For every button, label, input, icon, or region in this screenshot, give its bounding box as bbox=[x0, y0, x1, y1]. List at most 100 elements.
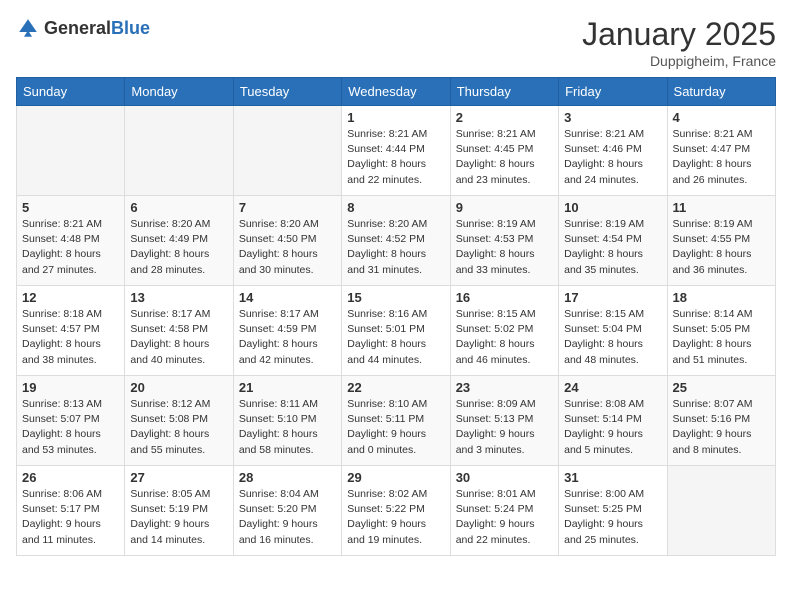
day-info: Sunrise: 8:13 AM Sunset: 5:07 PM Dayligh… bbox=[22, 397, 119, 458]
calendar-cell: 25Sunrise: 8:07 AM Sunset: 5:16 PM Dayli… bbox=[667, 376, 775, 466]
day-number: 4 bbox=[673, 110, 770, 125]
calendar-cell bbox=[667, 466, 775, 556]
calendar-cell: 13 Sunrise: 8:17 AM Sunset: 4:58 PM Dayli… bbox=[125, 286, 233, 376]
calendar-cell: 6Sunrise: 8:20 AM Sunset: 4:49 PM Daylig… bbox=[125, 196, 233, 286]
calendar-cell: 27Sunrise: 8:05 AM Sunset: 5:19 PM Dayli… bbox=[125, 466, 233, 556]
logo-blue: Blue bbox=[111, 18, 150, 38]
calendar-cell bbox=[233, 106, 341, 196]
day-info: Sunrise: 8:11 AM Sunset: 5:10 PM Dayligh… bbox=[239, 397, 336, 458]
day-info: Sunrise: 8:02 AM Sunset: 5:22 PM Dayligh… bbox=[347, 487, 444, 548]
calendar-cell: 28Sunrise: 8:04 AM Sunset: 5:20 PM Dayli… bbox=[233, 466, 341, 556]
day-number: 23 bbox=[456, 380, 553, 395]
logo: GeneralBlue bbox=[16, 16, 150, 40]
day-info: Sunrise: 8:21 AM Sunset: 4:48 PM Dayligh… bbox=[22, 217, 119, 278]
calendar-cell: 17Sunrise: 8:15 AM Sunset: 5:04 PM Dayli… bbox=[559, 286, 667, 376]
logo-icon bbox=[16, 16, 40, 40]
calendar-cell: 9 Sunrise: 8:19 AM Sunset: 4:53 PM Daylig… bbox=[450, 196, 558, 286]
calendar-cell: 19 Sunrise: 8:13 AM Sunset: 5:07 PM Dayli… bbox=[17, 376, 125, 466]
calendar-cell: 18 Sunrise: 8:14 AM Sunset: 5:05 PM Dayli… bbox=[667, 286, 775, 376]
calendar-cell: 16Sunrise: 8:15 AM Sunset: 5:02 PM Dayli… bbox=[450, 286, 558, 376]
day-number: 24 bbox=[564, 380, 661, 395]
col-header-friday: Friday bbox=[559, 78, 667, 106]
day-info: Sunrise: 8:08 AM Sunset: 5:14 PM Dayligh… bbox=[564, 397, 661, 458]
day-info: Sunrise: 8:20 AM Sunset: 4:52 PM Dayligh… bbox=[347, 217, 444, 278]
day-number: 8 bbox=[347, 200, 444, 215]
calendar-cell bbox=[125, 106, 233, 196]
calendar-cell: 11 Sunrise: 8:19 AM Sunset: 4:55 PM Dayli… bbox=[667, 196, 775, 286]
calendar-subtitle: Duppigheim, France bbox=[582, 53, 776, 69]
calendar-cell: 2Sunrise: 8:21 AM Sunset: 4:45 PM Daylig… bbox=[450, 106, 558, 196]
day-number: 22 bbox=[347, 380, 444, 395]
day-info: Sunrise: 8:21 AM Sunset: 4:44 PM Dayligh… bbox=[347, 127, 444, 188]
day-info: Sunrise: 8:17 AM Sunset: 4:59 PM Dayligh… bbox=[239, 307, 336, 368]
week-row-1: 1 Sunrise: 8:21 AM Sunset: 4:44 PM Daylig… bbox=[17, 106, 776, 196]
day-number: 1 bbox=[347, 110, 444, 125]
day-info: Sunrise: 8:19 AM Sunset: 4:53 PM Dayligh… bbox=[456, 217, 553, 278]
day-number: 27 bbox=[130, 470, 227, 485]
calendar-cell bbox=[17, 106, 125, 196]
day-number: 31 bbox=[564, 470, 661, 485]
day-info: Sunrise: 8:15 AM Sunset: 5:04 PM Dayligh… bbox=[564, 307, 661, 368]
calendar-cell: 26Sunrise: 8:06 AM Sunset: 5:17 PM Dayli… bbox=[17, 466, 125, 556]
day-info: Sunrise: 8:19 AM Sunset: 4:55 PM Dayligh… bbox=[673, 217, 770, 278]
calendar-cell: 20Sunrise: 8:12 AM Sunset: 5:08 PM Dayli… bbox=[125, 376, 233, 466]
week-row-5: 26Sunrise: 8:06 AM Sunset: 5:17 PM Dayli… bbox=[17, 466, 776, 556]
calendar-cell: 21Sunrise: 8:11 AM Sunset: 5:10 PM Dayli… bbox=[233, 376, 341, 466]
day-number: 18 bbox=[673, 290, 770, 305]
col-header-saturday: Saturday bbox=[667, 78, 775, 106]
col-header-sunday: Sunday bbox=[17, 78, 125, 106]
week-row-4: 19 Sunrise: 8:13 AM Sunset: 5:07 PM Dayli… bbox=[17, 376, 776, 466]
day-number: 10 bbox=[564, 200, 661, 215]
day-info: Sunrise: 8:01 AM Sunset: 5:24 PM Dayligh… bbox=[456, 487, 553, 548]
col-header-thursday: Thursday bbox=[450, 78, 558, 106]
day-info: Sunrise: 8:04 AM Sunset: 5:20 PM Dayligh… bbox=[239, 487, 336, 548]
day-number: 13 bbox=[130, 290, 227, 305]
day-info: Sunrise: 8:00 AM Sunset: 5:25 PM Dayligh… bbox=[564, 487, 661, 548]
col-header-monday: Monday bbox=[125, 78, 233, 106]
week-row-2: 5Sunrise: 8:21 AM Sunset: 4:48 PM Daylig… bbox=[17, 196, 776, 286]
calendar-title: January 2025 bbox=[582, 16, 776, 53]
day-number: 3 bbox=[564, 110, 661, 125]
calendar-cell: 23 Sunrise: 8:09 AM Sunset: 5:13 PM Dayli… bbox=[450, 376, 558, 466]
calendar-body: 1 Sunrise: 8:21 AM Sunset: 4:44 PM Daylig… bbox=[17, 106, 776, 556]
day-info: Sunrise: 8:14 AM Sunset: 5:05 PM Dayligh… bbox=[673, 307, 770, 368]
day-number: 16 bbox=[456, 290, 553, 305]
day-info: Sunrise: 8:18 AM Sunset: 4:57 PM Dayligh… bbox=[22, 307, 119, 368]
day-number: 11 bbox=[673, 200, 770, 215]
day-info: Sunrise: 8:12 AM Sunset: 5:08 PM Dayligh… bbox=[130, 397, 227, 458]
day-number: 30 bbox=[456, 470, 553, 485]
calendar-cell: 7Sunrise: 8:20 AM Sunset: 4:50 PM Daylig… bbox=[233, 196, 341, 286]
day-number: 19 bbox=[22, 380, 119, 395]
calendar-cell: 22 Sunrise: 8:10 AM Sunset: 5:11 PM Dayli… bbox=[342, 376, 450, 466]
col-header-wednesday: Wednesday bbox=[342, 78, 450, 106]
week-row-3: 12Sunrise: 8:18 AM Sunset: 4:57 PM Dayli… bbox=[17, 286, 776, 376]
day-info: Sunrise: 8:17 AM Sunset: 4:58 PM Dayligh… bbox=[130, 307, 227, 368]
calendar-cell: 10 Sunrise: 8:19 AM Sunset: 4:54 PM Dayli… bbox=[559, 196, 667, 286]
logo-text: GeneralBlue bbox=[44, 18, 150, 39]
header-row: SundayMondayTuesdayWednesdayThursdayFrid… bbox=[17, 78, 776, 106]
day-number: 15 bbox=[347, 290, 444, 305]
calendar-cell: 31 Sunrise: 8:00 AM Sunset: 5:25 PM Dayli… bbox=[559, 466, 667, 556]
day-info: Sunrise: 8:19 AM Sunset: 4:54 PM Dayligh… bbox=[564, 217, 661, 278]
calendar-cell: 4Sunrise: 8:21 AM Sunset: 4:47 PM Daylig… bbox=[667, 106, 775, 196]
calendar-cell: 29 Sunrise: 8:02 AM Sunset: 5:22 PM Dayli… bbox=[342, 466, 450, 556]
day-number: 29 bbox=[347, 470, 444, 485]
calendar-cell: 12Sunrise: 8:18 AM Sunset: 4:57 PM Dayli… bbox=[17, 286, 125, 376]
title-block: January 2025 Duppigheim, France bbox=[582, 16, 776, 69]
day-info: Sunrise: 8:21 AM Sunset: 4:45 PM Dayligh… bbox=[456, 127, 553, 188]
day-info: Sunrise: 8:10 AM Sunset: 5:11 PM Dayligh… bbox=[347, 397, 444, 458]
calendar-cell: 1 Sunrise: 8:21 AM Sunset: 4:44 PM Daylig… bbox=[342, 106, 450, 196]
day-info: Sunrise: 8:20 AM Sunset: 4:49 PM Dayligh… bbox=[130, 217, 227, 278]
calendar-cell: 30 Sunrise: 8:01 AM Sunset: 5:24 PM Dayli… bbox=[450, 466, 558, 556]
day-info: Sunrise: 8:07 AM Sunset: 5:16 PM Dayligh… bbox=[673, 397, 770, 458]
logo-general: General bbox=[44, 18, 111, 38]
day-info: Sunrise: 8:06 AM Sunset: 5:17 PM Dayligh… bbox=[22, 487, 119, 548]
day-info: Sunrise: 8:16 AM Sunset: 5:01 PM Dayligh… bbox=[347, 307, 444, 368]
calendar-cell: 24 Sunrise: 8:08 AM Sunset: 5:14 PM Dayli… bbox=[559, 376, 667, 466]
calendar-cell: 14Sunrise: 8:17 AM Sunset: 4:59 PM Dayli… bbox=[233, 286, 341, 376]
day-info: Sunrise: 8:21 AM Sunset: 4:46 PM Dayligh… bbox=[564, 127, 661, 188]
col-header-tuesday: Tuesday bbox=[233, 78, 341, 106]
day-number: 9 bbox=[456, 200, 553, 215]
calendar-table: SundayMondayTuesdayWednesdayThursdayFrid… bbox=[16, 77, 776, 556]
day-info: Sunrise: 8:09 AM Sunset: 5:13 PM Dayligh… bbox=[456, 397, 553, 458]
